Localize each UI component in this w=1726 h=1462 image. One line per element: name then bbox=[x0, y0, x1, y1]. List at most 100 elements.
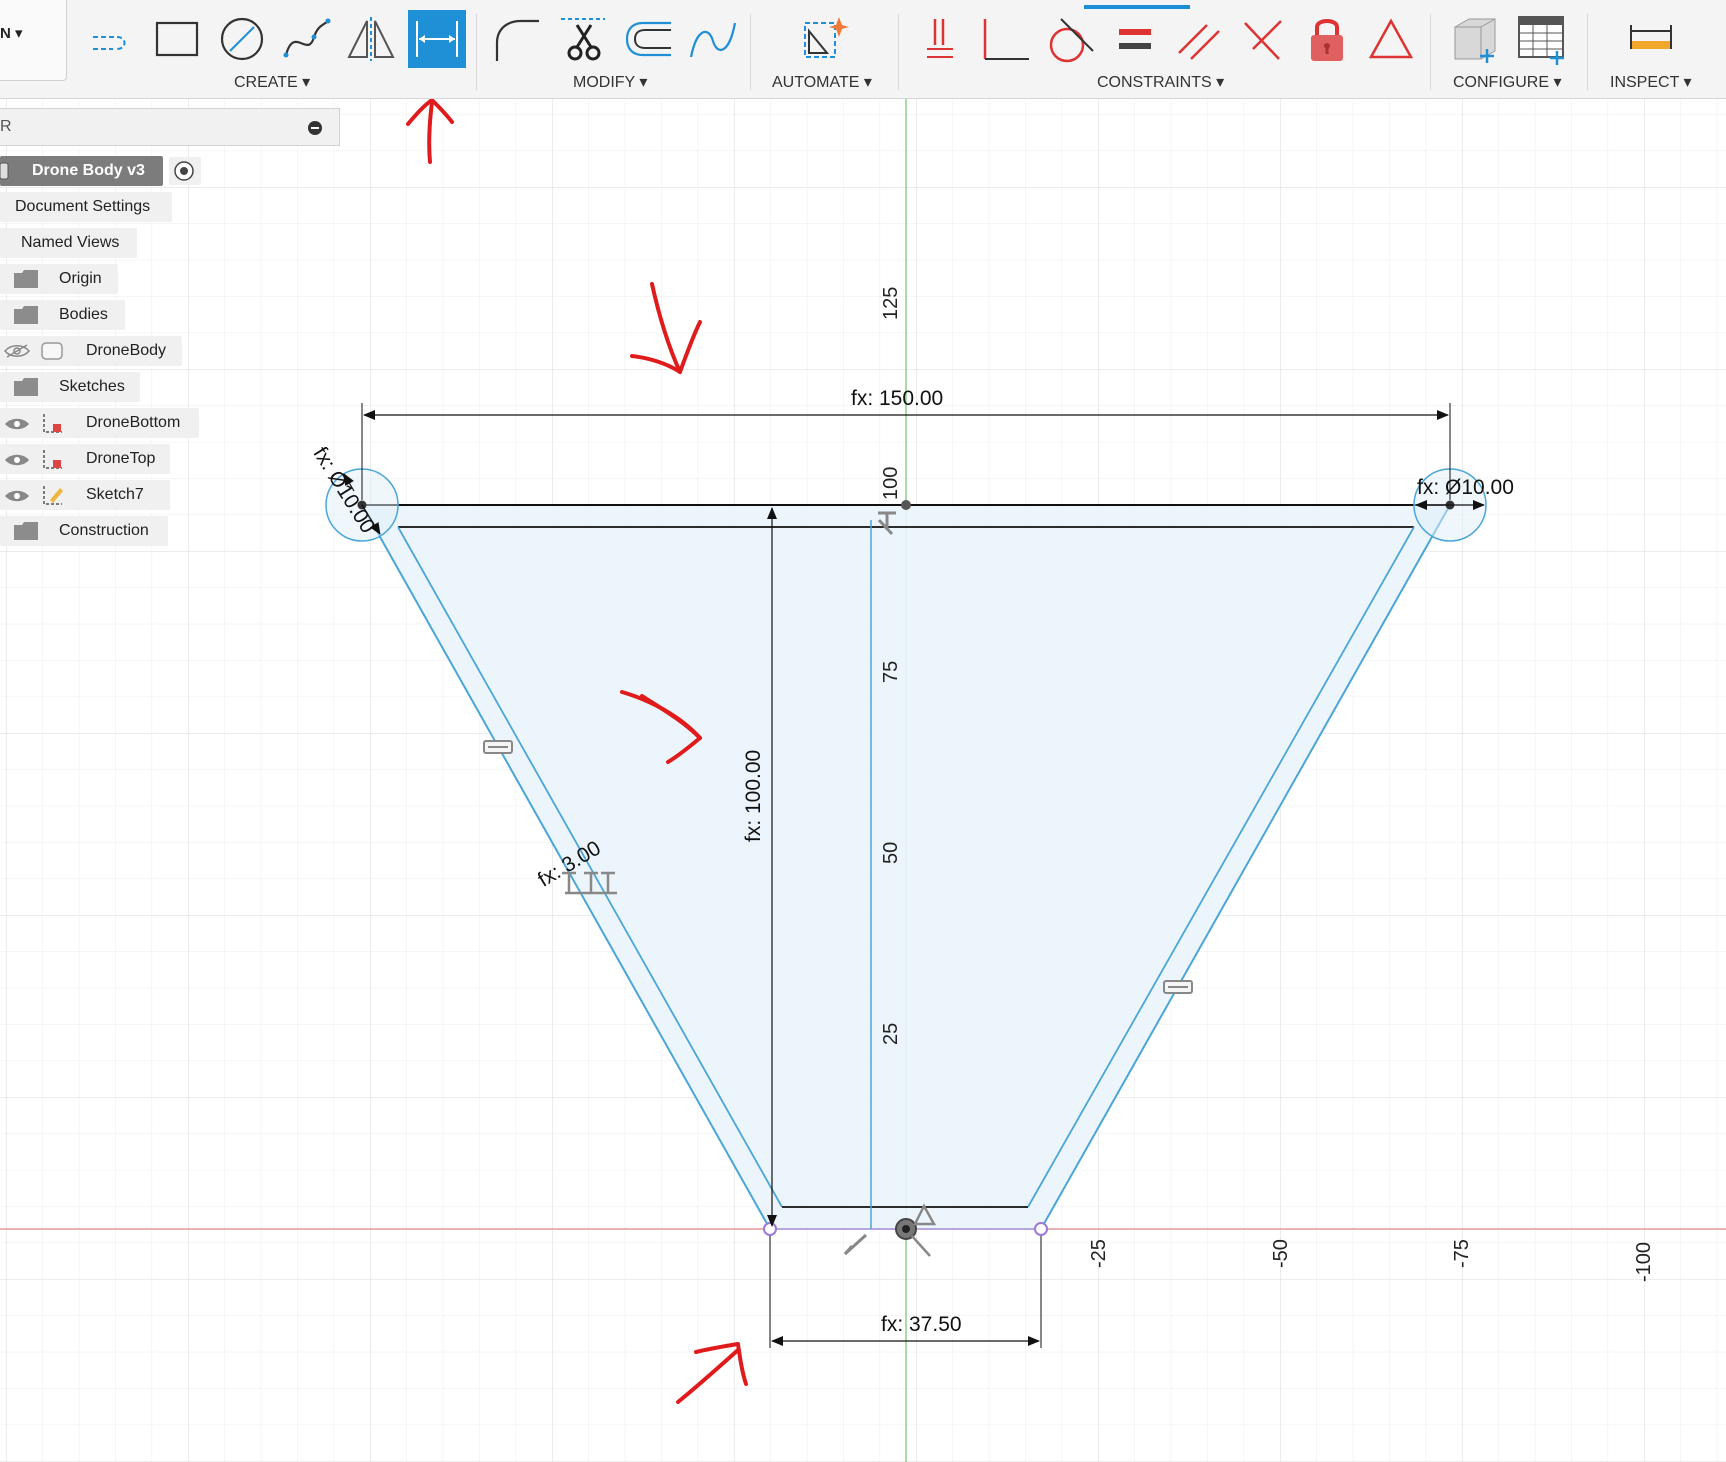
dim-height[interactable]: fx: 100.00 bbox=[742, 750, 766, 842]
automate-button[interactable] bbox=[796, 10, 854, 68]
bottom-right-point[interactable] bbox=[1034, 1222, 1048, 1236]
circle-icon bbox=[220, 17, 264, 61]
tangent-constraint-button[interactable] bbox=[1040, 10, 1098, 68]
browser-title: R bbox=[0, 118, 12, 135]
sketch-dimension-button[interactable] bbox=[408, 10, 466, 68]
fillet-tool-button[interactable] bbox=[488, 10, 546, 68]
parallel-icon bbox=[1178, 24, 1220, 60]
sketch-edit-icon bbox=[43, 486, 63, 505]
axis-label-neg100: -100 bbox=[1633, 1241, 1655, 1282]
axis-label-neg75: -75 bbox=[1451, 1239, 1473, 1268]
sketch-icon bbox=[43, 414, 62, 433]
rectangle-icon bbox=[155, 21, 199, 57]
constraints-tab-indicator bbox=[1084, 5, 1190, 9]
modify-curve-button[interactable] bbox=[684, 10, 742, 68]
lock-constraint-button[interactable] bbox=[1298, 10, 1356, 68]
parallel-constraint-button[interactable] bbox=[1170, 10, 1228, 68]
bottom-left-point[interactable] bbox=[763, 1222, 777, 1236]
automate-icon bbox=[804, 17, 849, 58]
top-mid-point[interactable] bbox=[901, 500, 911, 510]
workspace-label: N ▾ bbox=[0, 25, 23, 42]
folder-icon bbox=[14, 270, 38, 288]
configure-menu[interactable]: CONFIGURE ▾ bbox=[1453, 72, 1561, 92]
configure-button[interactable] bbox=[1446, 10, 1504, 68]
sketch-icon bbox=[43, 450, 62, 469]
modify-menu[interactable]: MODIFY ▾ bbox=[573, 72, 647, 92]
tangent-icon bbox=[1049, 18, 1094, 63]
circle-tool-button[interactable] bbox=[213, 10, 271, 68]
spline-icon bbox=[283, 18, 331, 58]
create-menu[interactable]: CREATE ▾ bbox=[234, 72, 310, 92]
body-icon bbox=[41, 342, 63, 360]
parallel-constraint-icon[interactable] bbox=[483, 740, 513, 754]
dim-right-diameter[interactable]: fx: Ø10.00 bbox=[1417, 476, 1514, 500]
constraints-menu[interactable]: CONSTRAINTS ▾ bbox=[1097, 72, 1224, 92]
browser-item-sketch7[interactable]: Sketch7 bbox=[0, 480, 170, 510]
dim-top-width[interactable]: fx: 150.00 bbox=[851, 387, 943, 411]
axis-label-50: 50 bbox=[880, 841, 902, 864]
table-icon bbox=[1518, 16, 1564, 65]
browser-item-sketches[interactable]: Sketches bbox=[0, 372, 140, 402]
activate-radio-icon[interactable] bbox=[168, 156, 202, 186]
fix-icon bbox=[927, 19, 953, 58]
triangle-icon bbox=[1368, 18, 1414, 59]
automate-menu[interactable]: AUTOMATE ▾ bbox=[772, 72, 872, 92]
perpendicular-constraint-button[interactable] bbox=[976, 10, 1034, 68]
visible-eye-icon[interactable] bbox=[4, 453, 30, 467]
equal-constraint-button[interactable] bbox=[1106, 10, 1164, 68]
measure-button[interactable] bbox=[1622, 10, 1680, 68]
browser-item-drone-top[interactable]: DroneTop bbox=[0, 444, 170, 474]
browser-item-drone-bottom[interactable]: DroneBottom bbox=[0, 408, 199, 438]
project-tool-button[interactable] bbox=[84, 10, 142, 68]
mirror-tool-button[interactable] bbox=[342, 10, 400, 68]
browser-item-drone-body[interactable]: DroneBody bbox=[0, 336, 182, 366]
configure-cube-icon bbox=[1454, 18, 1496, 63]
ruler-icon bbox=[1630, 25, 1672, 49]
inspect-menu[interactable]: INSPECT ▾ bbox=[1610, 72, 1692, 92]
toolbar: N ▾ CREATE ▾ MODIFY ▾ AUTOMATE ▾ CONSTRA… bbox=[0, 0, 1726, 99]
folder-icon bbox=[14, 378, 38, 396]
axis-label-100: 100 bbox=[880, 466, 902, 500]
folder-icon bbox=[14, 522, 38, 540]
curve-icon bbox=[689, 22, 737, 58]
midpoint-constraint-button[interactable] bbox=[1362, 10, 1420, 68]
workspace-switcher[interactable]: N ▾ bbox=[0, 0, 67, 81]
hidden-eye-icon[interactable] bbox=[4, 344, 30, 358]
axis-label-neg50: -50 bbox=[1270, 1239, 1292, 1268]
dim-bottom-width[interactable]: fx: 37.50 bbox=[881, 1313, 962, 1337]
mirror-icon bbox=[347, 17, 395, 61]
fillet-icon bbox=[495, 19, 539, 61]
fix-constraint-button[interactable] bbox=[912, 10, 970, 68]
offset-tool-button[interactable] bbox=[620, 10, 678, 68]
collinear-constraint-button[interactable] bbox=[1234, 10, 1292, 68]
visible-eye-icon[interactable] bbox=[4, 417, 30, 431]
axis-label-neg25: -25 bbox=[1088, 1239, 1110, 1268]
axis-label-75: 75 bbox=[880, 660, 902, 683]
visible-eye-icon[interactable] bbox=[4, 489, 30, 503]
scissors-icon bbox=[561, 18, 605, 61]
browser-item-named-views[interactable]: Named Views bbox=[0, 228, 137, 258]
component-icon bbox=[0, 162, 9, 180]
offset-icon bbox=[625, 21, 671, 57]
configuration-table-button[interactable] bbox=[1512, 10, 1570, 68]
project-icon bbox=[93, 36, 126, 50]
browser-header: R bbox=[0, 108, 340, 146]
folder-icon bbox=[14, 306, 38, 324]
browser-item-document-settings[interactable]: Document Settings bbox=[0, 192, 172, 222]
dimension-icon bbox=[416, 21, 458, 57]
axis-label-125: 125 bbox=[880, 286, 902, 320]
equal-icon bbox=[1119, 29, 1151, 49]
parallel-constraint-icon-right[interactable] bbox=[1163, 980, 1193, 994]
browser-item-construction[interactable]: Construction bbox=[0, 516, 168, 546]
perpendicular-icon bbox=[983, 19, 1029, 60]
collapse-browser-icon[interactable] bbox=[308, 121, 322, 135]
browser-item-bodies[interactable]: Bodies bbox=[0, 300, 125, 330]
browser-item-origin[interactable]: Origin bbox=[0, 264, 118, 294]
axis-label-25: 25 bbox=[880, 1022, 902, 1045]
spline-tool-button[interactable] bbox=[277, 10, 335, 68]
rectangle-tool-button[interactable] bbox=[148, 10, 206, 68]
lock-icon bbox=[1311, 19, 1343, 61]
browser-root-node[interactable]: Drone Body v3 bbox=[0, 156, 163, 186]
collinear-icon bbox=[1244, 20, 1282, 60]
trim-tool-button[interactable] bbox=[554, 10, 612, 68]
